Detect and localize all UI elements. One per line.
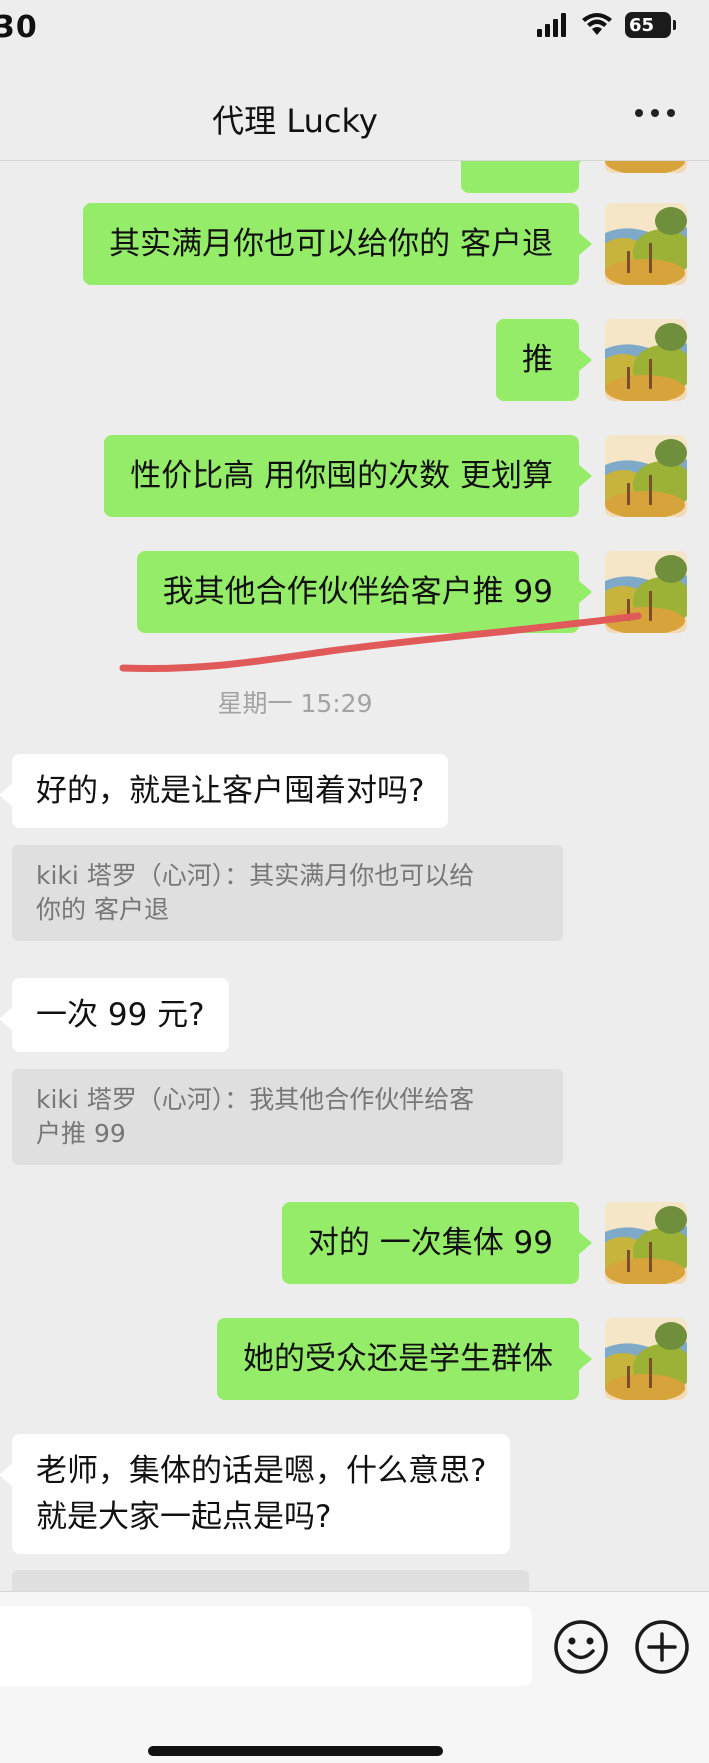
message-bubble-incoming: 老师，集体的话是嗯，什么意思? 就是大家一起点是吗? xyxy=(0,1434,511,1554)
quote-line: kiki 塔罗（心河）：我其他合作伙伴给客 xyxy=(36,1085,475,1114)
wifi-icon xyxy=(582,13,612,35)
input-bar xyxy=(0,1591,709,1763)
message-bubble-incoming: 好的，就是让客户囤着对吗? xyxy=(0,754,449,828)
quoted-message[interactable]: kiki 塔罗（心河）：我其他合作伙伴给客 户推 99 xyxy=(12,1069,563,1165)
plus-icon[interactable] xyxy=(633,1618,691,1676)
quoted-message[interactable]: kiki 塔罗（心河）：其实满月你也可以给 你的 客户退 xyxy=(12,845,563,941)
message-bubble: 其实满月你也可以给你的 客户退 xyxy=(83,203,592,285)
message-bubble: 对的 一次集体 99 xyxy=(281,1202,593,1284)
home-indicator[interactable] xyxy=(148,1746,443,1756)
status-time: 30 xyxy=(0,10,38,45)
avatar[interactable] xyxy=(605,551,687,633)
message-bubble-incoming: 一次 99 元? xyxy=(0,978,229,1052)
message-input[interactable] xyxy=(0,1606,532,1686)
message-timestamp: 星期一 15:29 xyxy=(217,689,373,718)
avatar[interactable] xyxy=(605,203,687,285)
message-line: 老师，集体的话是嗯，什么意思? xyxy=(36,1453,487,1489)
status-bar: 30 65 xyxy=(0,0,709,60)
message-line: 就是大家一起点是吗? xyxy=(36,1499,332,1535)
avatar[interactable] xyxy=(605,435,687,517)
chat-title: 代理 Lucky xyxy=(212,102,378,140)
avatar[interactable] xyxy=(605,161,687,173)
chat-header: 代理 Lucky xyxy=(0,60,709,161)
message-bubble: 推 xyxy=(496,319,592,401)
message-bubble: 我其他合作伙伴给客户推 99 xyxy=(136,551,593,633)
message-bubble: 性价比高 用你囤的次数 更划算 xyxy=(104,435,592,517)
signal-icon xyxy=(537,13,566,37)
avatar[interactable] xyxy=(605,319,687,401)
avatar[interactable] xyxy=(605,1202,687,1284)
quoted-message-partial xyxy=(12,1570,529,1591)
quote-line: 户推 99 xyxy=(36,1119,126,1148)
status-icons: 65 xyxy=(537,12,676,38)
emoji-icon[interactable] xyxy=(552,1618,610,1676)
battery-indicator: 65 xyxy=(625,12,676,38)
avatar[interactable] xyxy=(605,1318,687,1400)
message-list[interactable]: 其实满月你也可以给你的 客户退 推 性价比高 用你囤的次数 更划算 我其他合作伙… xyxy=(0,161,709,1591)
message-bubble: 她的受众还是学生群体 xyxy=(217,1318,592,1400)
message-bubble-partial xyxy=(461,161,592,193)
quote-line: kiki 塔罗（心河）：其实满月你也可以给 xyxy=(36,861,475,890)
more-dots-icon[interactable] xyxy=(635,105,675,121)
quote-line: 你的 客户退 xyxy=(36,895,169,924)
